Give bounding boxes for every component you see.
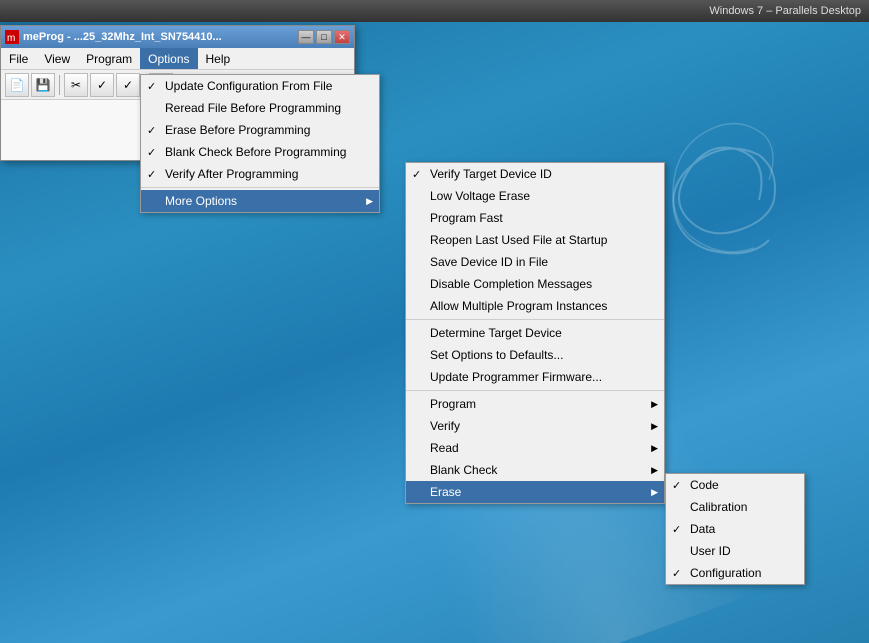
minimize-button[interactable]: — — [298, 30, 314, 44]
maximize-button[interactable]: □ — [316, 30, 332, 44]
menu-bar: File View Program Options Help — [1, 48, 354, 70]
menu-disable-completion[interactable]: Disable Completion Messages — [406, 273, 664, 295]
window-controls: — □ ✕ — [298, 30, 350, 44]
toolbar-verify[interactable]: ✓ — [116, 73, 140, 97]
toolbar-new[interactable]: 📄 — [5, 73, 29, 97]
options-dropdown: Update Configuration From File Reread Fi… — [140, 74, 380, 213]
menu-more-options[interactable]: More Options — [141, 190, 379, 212]
menu-reread-file[interactable]: Reread File Before Programming — [141, 97, 379, 119]
taskbar-title: Windows 7 – Parallels Desktop — [709, 5, 861, 17]
menu-reopen-last[interactable]: Reopen Last Used File at Startup — [406, 229, 664, 251]
menu-view[interactable]: View — [36, 48, 78, 69]
menu-options[interactable]: Options — [140, 48, 197, 69]
menu-program[interactable]: Program — [78, 48, 140, 69]
menu-program-fast[interactable]: Program Fast — [406, 207, 664, 229]
svg-text:m: m — [7, 33, 15, 44]
app-icon: m — [5, 30, 19, 44]
menu-allow-multiple[interactable]: Allow Multiple Program Instances — [406, 295, 664, 317]
erase-dropdown: Code Calibration Data User ID Configurat… — [665, 473, 805, 585]
menu-verify-sub[interactable]: Verify — [406, 415, 664, 437]
menu-erase-before[interactable]: Erase Before Programming — [141, 119, 379, 141]
menu-erase-sub[interactable]: Erase — [406, 481, 664, 503]
menu-low-voltage[interactable]: Low Voltage Erase — [406, 185, 664, 207]
menu-erase-userid[interactable]: User ID — [666, 540, 804, 562]
taskbar-top: Windows 7 – Parallels Desktop — [0, 0, 869, 22]
window-title: meProg - ...25_32Mhz_Int_SN754410... — [23, 31, 294, 43]
menu-erase-code[interactable]: Code — [666, 474, 804, 496]
menu-update-config[interactable]: Update Configuration From File — [141, 75, 379, 97]
menu-determine-target[interactable]: Determine Target Device — [406, 322, 664, 344]
menu-help[interactable]: Help — [198, 48, 239, 69]
toolbar-cut[interactable]: ✂ — [64, 73, 88, 97]
toolbar-check[interactable]: ✓ — [90, 73, 114, 97]
close-button[interactable]: ✕ — [334, 30, 350, 44]
more-options-dropdown: Verify Target Device ID Low Voltage Eras… — [405, 162, 665, 504]
menu-erase-calibration[interactable]: Calibration — [666, 496, 804, 518]
options-separator — [141, 187, 379, 188]
menu-blank-check[interactable]: Blank Check Before Programming — [141, 141, 379, 163]
toolbar-separator-1 — [59, 75, 60, 95]
menu-program-sub[interactable]: Program — [406, 393, 664, 415]
menu-erase-configuration[interactable]: Configuration — [666, 562, 804, 584]
menu-erase-data[interactable]: Data — [666, 518, 804, 540]
menu-blank-check-sub[interactable]: Blank Check — [406, 459, 664, 481]
menu-read-sub[interactable]: Read — [406, 437, 664, 459]
desktop: Windows 7 – Parallels Desktop m meProg -… — [0, 0, 869, 643]
menu-verify-after[interactable]: Verify After Programming — [141, 163, 379, 185]
menu-update-firmware[interactable]: Update Programmer Firmware... — [406, 366, 664, 388]
menu-save-device-id[interactable]: Save Device ID in File — [406, 251, 664, 273]
menu-verify-target[interactable]: Verify Target Device ID — [406, 163, 664, 185]
menu-set-defaults[interactable]: Set Options to Defaults... — [406, 344, 664, 366]
title-bar: m meProg - ...25_32Mhz_Int_SN754410... —… — [1, 26, 354, 48]
toolbar-save[interactable]: 💾 — [31, 73, 55, 97]
more-options-sep1 — [406, 319, 664, 320]
menu-file[interactable]: File — [1, 48, 36, 69]
more-options-sep2 — [406, 390, 664, 391]
